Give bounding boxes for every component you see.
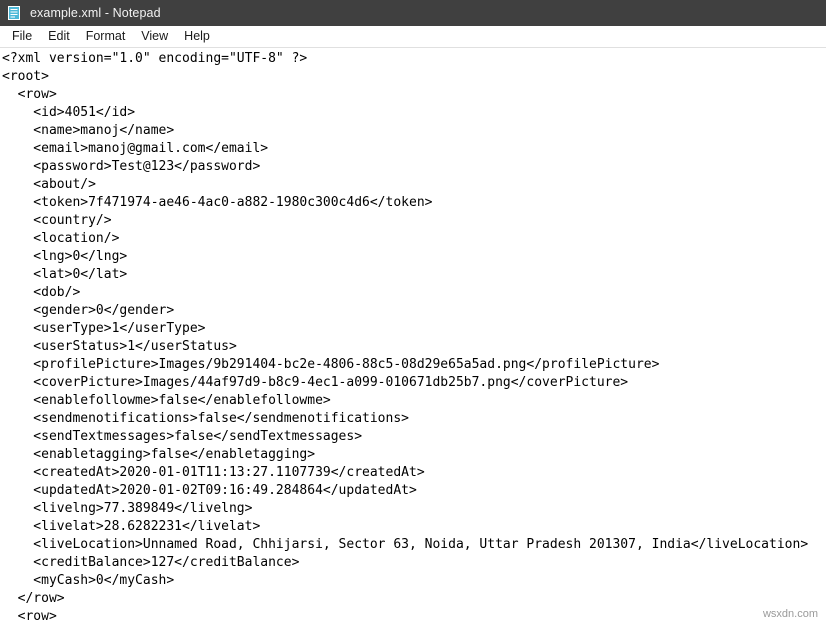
code-line: <liveLocation>Unnamed Road, Chhijarsi, S… xyxy=(2,537,809,552)
code-line: <myCash>0</myCash> xyxy=(2,573,175,588)
menu-item-view[interactable]: View xyxy=(133,27,176,46)
code-line: <lat>0</lat> xyxy=(2,267,128,282)
code-line: <enablefollowme>false</enablefollowme> xyxy=(2,393,331,408)
code-line: <userType>1</userType> xyxy=(2,321,206,336)
code-line: <dob/> xyxy=(2,285,81,300)
menu-item-edit[interactable]: Edit xyxy=(40,27,78,46)
code-line: <livelat>28.6282231</livelat> xyxy=(2,519,261,534)
code-line: <coverPicture>Images/44af97d9-b8c9-4ec1-… xyxy=(2,375,629,390)
code-line: <livelng>77.389849</livelng> xyxy=(2,501,253,516)
code-line: <profilePicture>Images/9b291404-bc2e-480… xyxy=(2,357,660,372)
code-line: <userStatus>1</userStatus> xyxy=(2,339,237,354)
code-line: <updatedAt>2020-01-02T09:16:49.284864</u… xyxy=(2,483,417,498)
code-line: <enabletagging>false</enabletagging> xyxy=(2,447,316,462)
xml-document-content[interactable]: <?xml version="1.0" encoding="UTF-8" ?> <… xyxy=(2,50,826,624)
notepad-window: example.xml - Notepad File Edit Format V… xyxy=(0,0,826,624)
close-button[interactable] xyxy=(784,0,826,26)
code-line: <password>Test@123</password> xyxy=(2,159,261,174)
window-title: example.xml - Notepad xyxy=(30,6,161,20)
code-line: <lng>0</lng> xyxy=(2,249,128,264)
code-line: <row> xyxy=(2,609,57,624)
code-line: <createdAt>2020-01-01T11:13:27.1107739</… xyxy=(2,465,425,480)
window-controls xyxy=(700,0,826,26)
notepad-icon xyxy=(6,5,22,21)
code-line: <location/> xyxy=(2,231,120,246)
menu-bar: File Edit Format View Help xyxy=(0,26,826,48)
code-line: <id>4051</id> xyxy=(2,105,136,120)
menu-item-file[interactable]: File xyxy=(4,27,40,46)
code-line: <email>manoj@gmail.com</email> xyxy=(2,141,269,156)
code-line: <country/> xyxy=(2,213,112,228)
watermark: wsxdn.com xyxy=(762,608,818,620)
code-line: <?xml version="1.0" encoding="UTF-8" ?> xyxy=(2,51,308,66)
menu-item-help[interactable]: Help xyxy=(176,27,218,46)
code-line: <token>7f471974-ae46-4ac0-a882-1980c300c… xyxy=(2,195,433,210)
minimize-button[interactable] xyxy=(700,0,742,26)
code-line: <sendmenotifications>false</sendmenotifi… xyxy=(2,411,409,426)
code-line: <gender>0</gender> xyxy=(2,303,175,318)
text-editor-area[interactable]: <?xml version="1.0" encoding="UTF-8" ?> <… xyxy=(0,48,826,624)
code-line: </row> xyxy=(2,591,65,606)
code-line: <root> xyxy=(2,69,49,84)
code-line: <creditBalance>127</creditBalance> xyxy=(2,555,300,570)
menu-item-format[interactable]: Format xyxy=(78,27,134,46)
code-line: <name>manoj</name> xyxy=(2,123,175,138)
maximize-button[interactable] xyxy=(742,0,784,26)
code-line: <row> xyxy=(2,87,57,102)
code-line: <about/> xyxy=(2,177,96,192)
code-line: <sendTextmessages>false</sendTextmessage… xyxy=(2,429,363,444)
title-bar[interactable]: example.xml - Notepad xyxy=(0,0,826,26)
